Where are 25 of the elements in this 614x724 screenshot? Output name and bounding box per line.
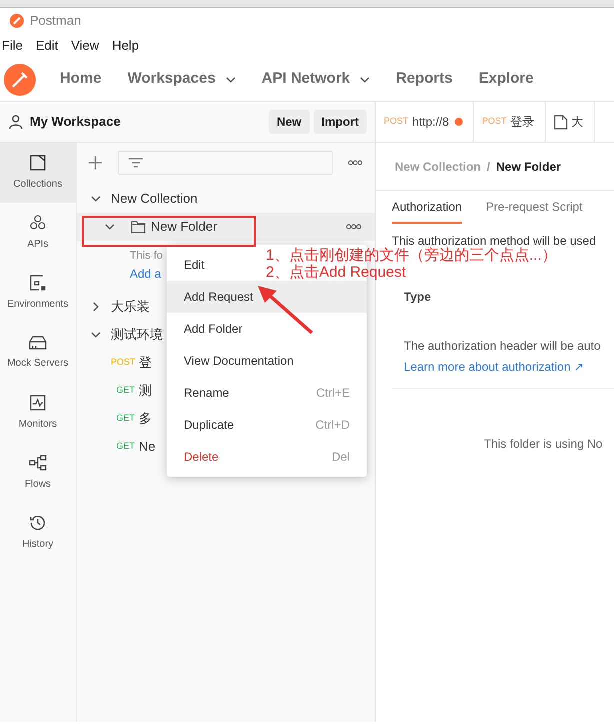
method-label: GET: [115, 440, 135, 454]
window-title: Postman: [30, 12, 82, 30]
request-name: 多: [139, 410, 152, 428]
tab-label: http://8: [412, 114, 450, 131]
annotation-label: 1、点击刚创建的文件（旁边的三个点点...）: [266, 247, 557, 264]
method-label: GET: [115, 412, 135, 426]
info-text: The authorization header will be auto: [404, 338, 602, 355]
method-label: GET: [115, 384, 135, 398]
request-name: 测: [139, 382, 152, 400]
shortcut-label: Del: [332, 449, 350, 466]
method-label: POST: [111, 356, 135, 370]
shortcut-label: Ctrl+D: [316, 417, 350, 434]
info-text: This authorization method will be used: [392, 233, 598, 248]
method-label: POST: [482, 115, 507, 128]
request-name: 登: [139, 354, 152, 372]
folder-note: This fo: [130, 248, 164, 264]
tab-label: 大: [572, 114, 584, 131]
tab-label: 登录: [510, 114, 535, 131]
breadcrumb-separator: /: [487, 158, 490, 176]
method-label: POST: [384, 115, 409, 128]
shortcut-label: Ctrl+E: [316, 385, 350, 402]
type-label: Type: [404, 289, 432, 306]
annotation-label: 2、点击Add Request: [266, 264, 408, 281]
info-text: This folder is using No: [484, 436, 604, 453]
request-name: Ne: [139, 438, 156, 456]
